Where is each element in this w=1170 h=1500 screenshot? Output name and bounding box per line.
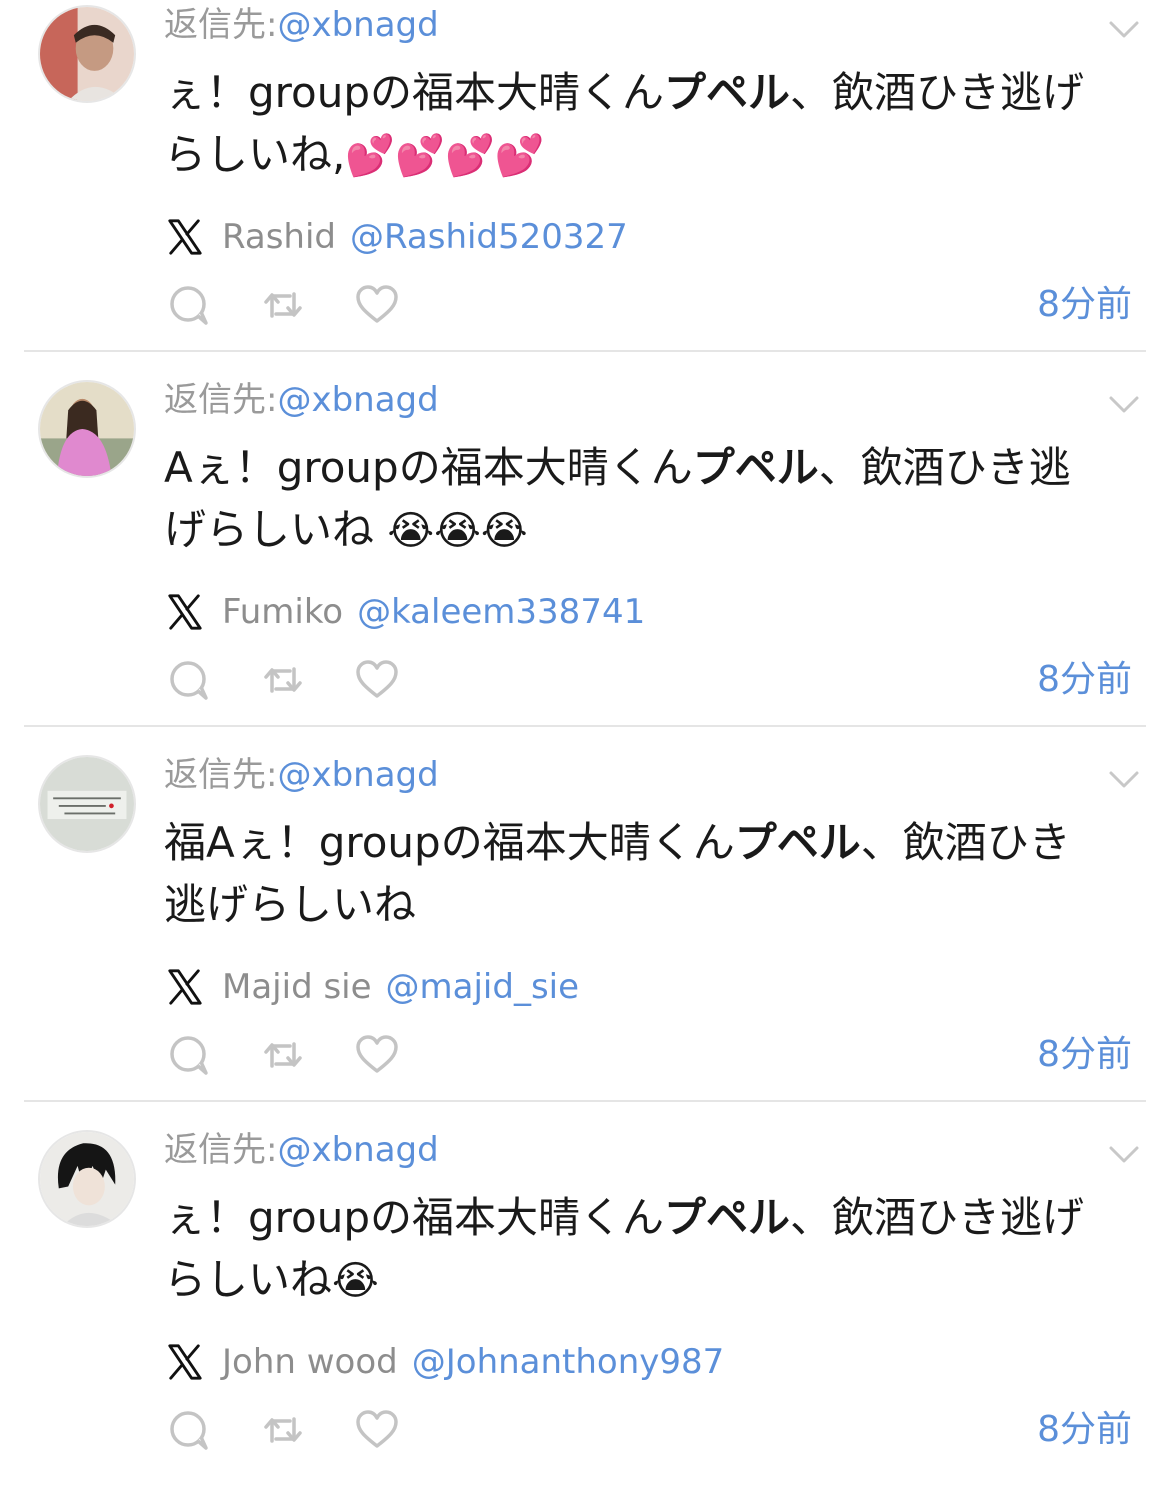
chevron-down-icon[interactable] <box>1108 16 1140 42</box>
author-handle[interactable]: @kaleem338741 <box>357 592 645 632</box>
reply-bubble-icon[interactable] <box>166 657 212 703</box>
timestamp[interactable]: 8分前 <box>1037 282 1132 328</box>
reply-text-start: Aぇ！groupの福本大晴くん <box>164 443 693 492</box>
reply-text: ぇ！groupの福本大晴くんプペル、飲酒ひき逃げらしいね,💕💕💕💕 <box>164 62 1109 186</box>
x-logo-icon <box>168 219 202 255</box>
action-bar <box>166 1030 400 1080</box>
timestamp[interactable]: 8分前 <box>1037 657 1132 703</box>
reply-to-handle[interactable]: @xbnagd <box>277 755 438 795</box>
reply-to-line: 返信先:@xbnagd <box>164 2 439 48</box>
reply-to-handle[interactable]: @xbnagd <box>277 5 438 45</box>
reply-emoji: 😭😭😭 <box>387 508 528 554</box>
avatar[interactable] <box>38 755 136 853</box>
avatar[interactable] <box>38 1130 136 1228</box>
author-handle[interactable]: @majid_sie <box>386 967 580 1007</box>
avatar-image <box>40 1132 134 1226</box>
reply-text: ぇ！groupの福本大晴くんプペル、飲酒ひき逃げらしいね😭 <box>164 1187 1109 1311</box>
reply-text-bold: プペル <box>663 1193 790 1242</box>
chevron-down-icon[interactable] <box>1108 391 1140 417</box>
avatar-image <box>40 7 134 101</box>
reply-card[interactable]: 返信先:@xbnagd 福Aぇ！groupの福本大晴くんプペル、飲酒ひき逃げらし… <box>0 750 1170 1125</box>
reply-text-start: ぇ！groupの福本大晴くん <box>164 68 664 117</box>
reply-feed: 返信先:@xbnagd ぇ！groupの福本大晴くんプペル、飲酒ひき逃げらしいね… <box>0 0 1170 1467</box>
reply-bubble-icon[interactable] <box>166 1032 212 1078</box>
author-handle[interactable]: @Johnanthony987 <box>412 1342 725 1382</box>
reply-to-handle[interactable]: @xbnagd <box>277 1130 438 1170</box>
avatar[interactable] <box>38 5 136 103</box>
reply-text-bold: プペル <box>734 818 861 867</box>
reply-card[interactable]: 返信先:@xbnagd ぇ！groupの福本大晴くんプペル、飲酒ひき逃げらしいね… <box>0 1125 1170 1500</box>
timestamp[interactable]: 8分前 <box>1037 1032 1132 1078</box>
chevron-down-icon[interactable] <box>1108 766 1140 792</box>
heart-icon[interactable] <box>354 1407 400 1453</box>
author-name[interactable]: Fumiko <box>222 592 343 632</box>
repost-icon[interactable] <box>260 1032 306 1078</box>
reply-to-prefix: 返信先: <box>164 380 278 420</box>
reply-text-start: 福Aぇ！groupの福本大晴くん <box>164 818 735 867</box>
reply-card[interactable]: 返信先:@xbnagd Aぇ！groupの福本大晴くんプペル、飲酒ひき逃げらしい… <box>0 375 1170 750</box>
divider <box>24 1100 1146 1102</box>
reply-to-prefix: 返信先: <box>164 755 278 795</box>
author-handle[interactable]: @Rashid520327 <box>350 217 628 257</box>
action-bar <box>166 1405 400 1455</box>
reply-text-bold: プペル <box>663 68 790 117</box>
divider <box>24 350 1146 352</box>
reply-to-prefix: 返信先: <box>164 1130 278 1170</box>
reply-to-prefix: 返信先: <box>164 5 278 45</box>
author-name[interactable]: John wood <box>222 1342 398 1382</box>
action-bar <box>166 280 400 330</box>
author-row[interactable]: Majid sie @majid_sie <box>166 962 579 1012</box>
author-row[interactable]: Rashid @Rashid520327 <box>166 212 628 262</box>
reply-text: 福Aぇ！groupの福本大晴くんプペル、飲酒ひき逃げらしいね <box>164 812 1109 936</box>
author-row[interactable]: John wood @Johnanthony987 <box>166 1337 724 1387</box>
reply-to-handle[interactable]: @xbnagd <box>277 380 438 420</box>
reply-emoji: 😭 <box>332 1258 379 1304</box>
reply-to-line: 返信先:@xbnagd <box>164 752 439 798</box>
x-logo-icon <box>168 594 202 630</box>
author-name[interactable]: Rashid <box>222 217 336 257</box>
x-logo-icon <box>168 969 202 1005</box>
divider <box>24 725 1146 727</box>
repost-icon[interactable] <box>260 1407 306 1453</box>
timestamp[interactable]: 8分前 <box>1037 1407 1132 1453</box>
reply-emoji: 💕💕💕💕 <box>345 133 545 179</box>
reply-bubble-icon[interactable] <box>166 1407 212 1453</box>
heart-icon[interactable] <box>354 657 400 703</box>
avatar-image <box>40 382 134 476</box>
reply-bubble-icon[interactable] <box>166 282 212 328</box>
avatar-image <box>40 757 134 851</box>
heart-icon[interactable] <box>354 1032 400 1078</box>
reply-to-line: 返信先:@xbnagd <box>164 377 439 423</box>
reply-text-bold: プペル <box>692 443 819 492</box>
chevron-down-icon[interactable] <box>1108 1141 1140 1167</box>
author-name[interactable]: Majid sie <box>222 967 372 1007</box>
heart-icon[interactable] <box>354 282 400 328</box>
avatar[interactable] <box>38 380 136 478</box>
action-bar <box>166 655 400 705</box>
x-logo-icon <box>168 1344 202 1380</box>
reply-text-start: ぇ！groupの福本大晴くん <box>164 1193 664 1242</box>
reply-to-line: 返信先:@xbnagd <box>164 1127 439 1173</box>
repost-icon[interactable] <box>260 282 306 328</box>
reply-card[interactable]: 返信先:@xbnagd ぇ！groupの福本大晴くんプペル、飲酒ひき逃げらしいね… <box>0 0 1170 375</box>
author-row[interactable]: Fumiko @kaleem338741 <box>166 587 645 637</box>
repost-icon[interactable] <box>260 657 306 703</box>
reply-text: Aぇ！groupの福本大晴くんプペル、飲酒ひき逃げらしいね 😭😭😭 <box>164 437 1109 561</box>
